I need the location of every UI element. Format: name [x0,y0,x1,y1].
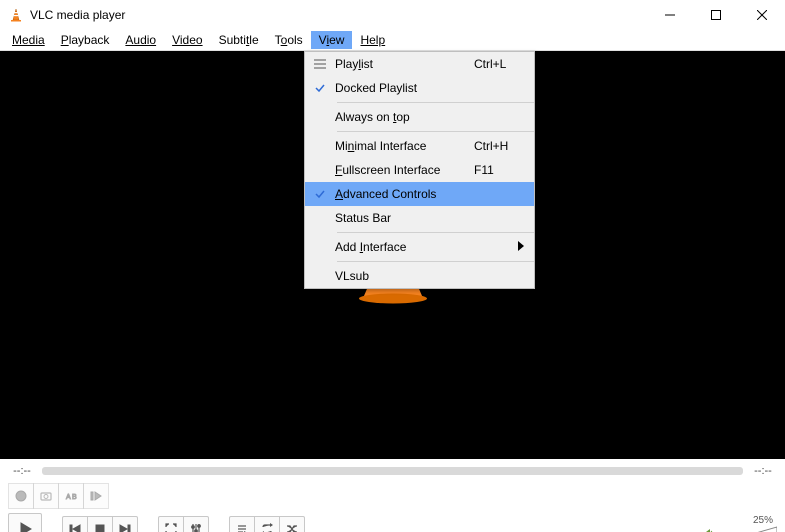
previous-button[interactable] [62,516,88,532]
menu-item-status-bar[interactable]: Status Bar [305,206,534,230]
menu-item-vlsub[interactable]: VLsub [305,264,534,288]
view-controls [158,516,209,532]
playlist-controls [229,516,305,532]
menu-separator [337,261,534,262]
menu-item-label: Playlist [335,57,474,71]
menu-item-accelerator: Ctrl+H [474,139,534,153]
skip-controls [62,516,138,532]
frame-step-button[interactable] [83,483,109,509]
time-total[interactable]: --:-- [749,465,777,477]
maximize-button[interactable] [693,0,739,30]
menu-label: Tools [275,33,303,47]
volume-area: 25% [701,525,777,532]
menu-item-label: Minimal Interface [335,139,474,153]
snapshot-button[interactable] [33,483,59,509]
record-button[interactable] [8,483,34,509]
menu-item-minimal-interface[interactable]: Minimal Interface Ctrl+H [305,134,534,158]
seek-slider[interactable] [42,467,743,475]
menu-item-accelerator: Ctrl+L [474,57,534,71]
menu-media[interactable]: Media [4,31,53,49]
menu-item-label: VLsub [335,269,474,283]
minimize-button[interactable] [647,0,693,30]
loop-ab-button[interactable]: AB [58,483,84,509]
menu-item-label: Advanced Controls [335,187,474,201]
menu-video[interactable]: Video [164,31,210,49]
time-elapsed[interactable]: --:-- [8,465,36,477]
menu-separator [337,102,534,103]
extended-settings-button[interactable] [183,516,209,532]
menu-audio[interactable]: Audio [117,31,164,49]
window-title: VLC media player [30,8,125,22]
menu-subtitle[interactable]: Subtitle [211,31,267,49]
menu-help[interactable]: Help [352,31,393,49]
svg-text:A: A [66,494,71,501]
menu-item-accelerator: F11 [474,163,534,177]
shuffle-button[interactable] [279,516,305,532]
menu-item-always-on-top[interactable]: Always on top [305,105,534,129]
seek-bar-row: --:-- --:-- [0,459,785,479]
menu-item-label: Fullscreen Interface [335,163,474,177]
playlist-icon [305,58,335,70]
title-bar: VLC media player [0,0,785,30]
menu-item-add-interface[interactable]: Add Interface [305,235,534,259]
loop-button[interactable] [254,516,280,532]
menu-bar: Media Playback Audio Video Subtitle Tool… [0,30,785,51]
menu-item-fullscreen-interface[interactable]: Fullscreen Interface F11 [305,158,534,182]
window-controls [647,0,785,30]
vlc-cone-icon [8,7,24,23]
menu-item-docked-playlist[interactable]: Docked Playlist [305,76,534,100]
menu-item-label: Always on top [335,110,474,124]
close-button[interactable] [739,0,785,30]
check-icon [305,188,335,200]
view-dropdown: Playlist Ctrl+L Docked Playlist Always o… [304,51,535,289]
check-icon [305,82,335,94]
speaker-icon[interactable] [701,527,715,532]
menu-item-label: Status Bar [335,211,474,225]
volume-percent: 25% [753,515,773,526]
menu-label: Playback [61,33,110,47]
stop-button[interactable] [87,516,113,532]
play-button[interactable] [8,513,42,532]
menu-playback[interactable]: Playback [53,31,118,49]
menu-item-label: Add Interface [335,240,534,254]
toggle-playlist-button[interactable] [229,516,255,532]
menu-tools[interactable]: Tools [267,31,311,49]
menu-label: Subtitle [219,33,259,47]
menu-item-playlist[interactable]: Playlist Ctrl+L [305,52,534,76]
svg-text:B: B [72,494,77,501]
fullscreen-button[interactable] [158,516,184,532]
submenu-arrow-icon [518,240,524,254]
menu-label: View [319,33,345,47]
menu-separator [337,131,534,132]
volume-slider[interactable]: 25% [721,525,777,532]
menu-view[interactable]: View [311,31,353,49]
next-button[interactable] [112,516,138,532]
advanced-controls-row: AB [0,479,785,509]
main-controls: 25% [0,509,785,532]
menu-separator [337,232,534,233]
menu-item-label: Docked Playlist [335,81,474,95]
menu-item-advanced-controls[interactable]: Advanced Controls [305,182,534,206]
